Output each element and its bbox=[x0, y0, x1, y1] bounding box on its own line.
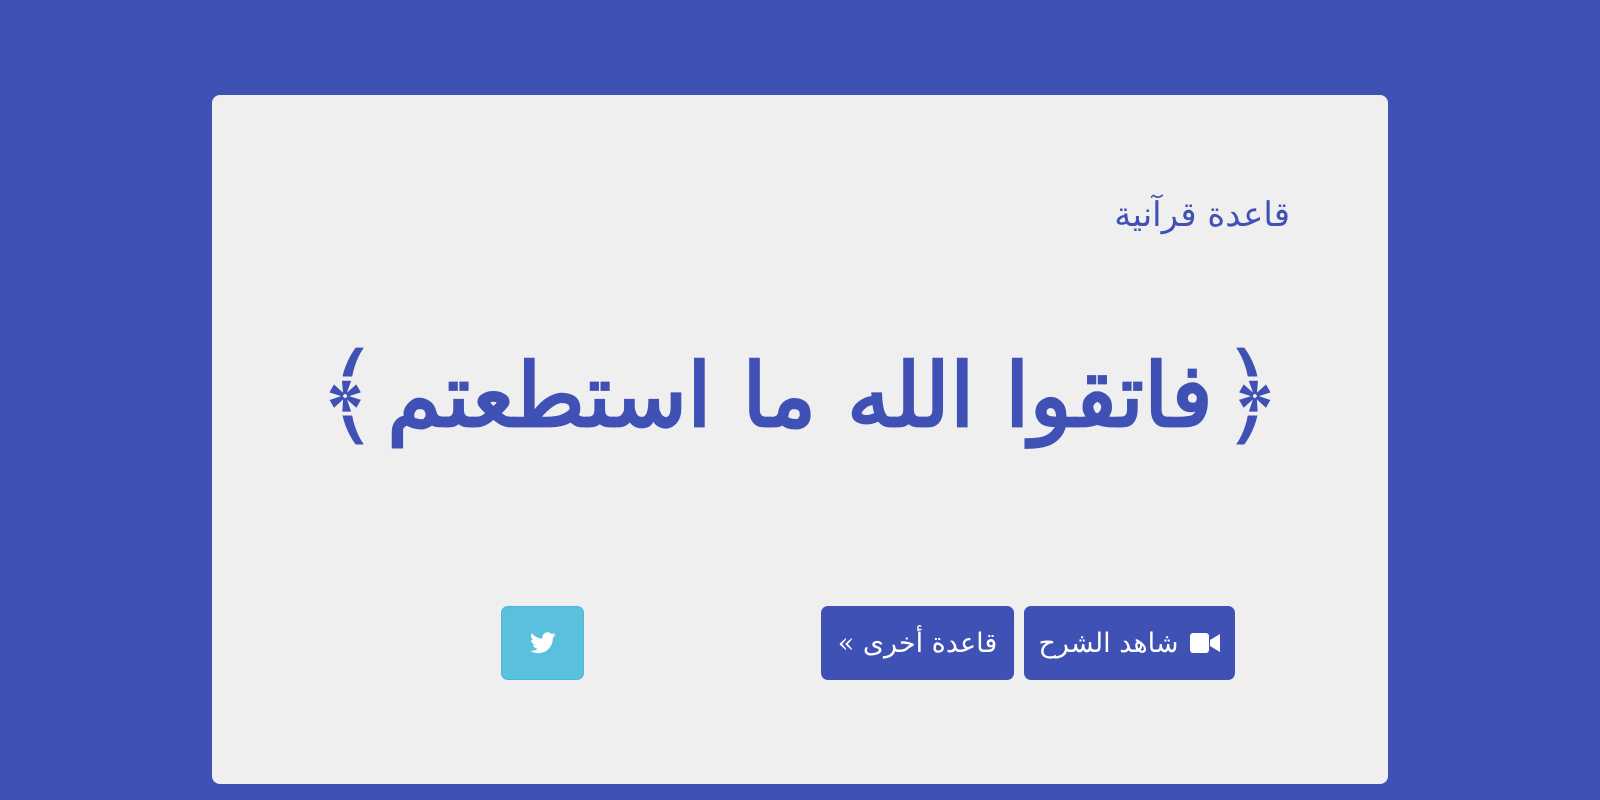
another-rule-button[interactable]: قاعدة أخرى » bbox=[821, 606, 1014, 680]
card-title: قاعدة قرآنية bbox=[1114, 195, 1290, 235]
quote-card: قاعدة قرآنية ﴿فاتقوا الله ما استطعتم﴾ شا… bbox=[212, 95, 1388, 784]
twitter-icon bbox=[529, 632, 556, 654]
video-camera-icon bbox=[1190, 632, 1221, 654]
verse-open-bracket: ﴿ bbox=[1218, 331, 1284, 459]
twitter-share-button[interactable] bbox=[501, 606, 584, 680]
verse-close-bracket: ﴾ bbox=[316, 331, 382, 459]
another-rule-label: قاعدة أخرى » bbox=[837, 627, 998, 659]
watch-explanation-label: شاهد الشرح bbox=[1038, 627, 1179, 659]
watch-explanation-button[interactable]: شاهد الشرح bbox=[1024, 606, 1235, 680]
verse: ﴿فاتقوا الله ما استطعتم﴾ bbox=[212, 340, 1388, 450]
verse-text: فاتقوا الله ما استطعتم bbox=[387, 342, 1213, 447]
